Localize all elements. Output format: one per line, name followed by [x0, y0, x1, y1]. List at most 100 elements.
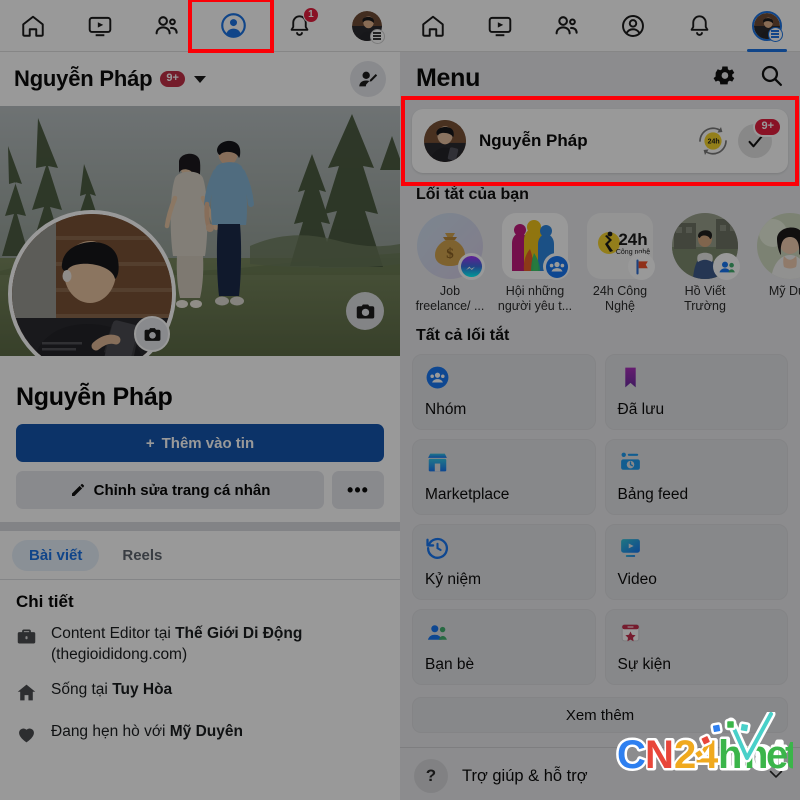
- list-item[interactable]: Mỹ Duy: [752, 213, 800, 314]
- hamburger-icon: [369, 28, 385, 44]
- sidebar-item-video[interactable]: [469, 0, 531, 52]
- person-photo-icon: [757, 213, 800, 279]
- sidebar-item-notifications[interactable]: 1: [269, 0, 331, 52]
- svg-text:24h: 24h: [708, 139, 720, 146]
- active-tab-underline: [213, 48, 254, 52]
- add-to-story-button[interactable]: + Thêm vào tin: [16, 424, 384, 462]
- sidebar-item-home[interactable]: [402, 0, 464, 52]
- flag-glyph: [630, 255, 653, 278]
- chevron-down-icon[interactable]: [193, 75, 206, 83]
- edit-profile-button[interactable]: Chỉnh sửa trang cá nhân: [16, 471, 324, 509]
- list-item[interactable]: Sống tại Tuy Hòa: [16, 680, 384, 708]
- menu-item-groups[interactable]: Nhóm: [412, 354, 596, 430]
- pencil-icon: [71, 483, 84, 496]
- feeds-glyph: [620, 452, 640, 470]
- all-shortcuts-title: Tất cả lối tắt: [416, 327, 510, 344]
- user-avatar: [424, 120, 466, 162]
- edit-profile-picture-button[interactable]: [134, 316, 170, 352]
- video-icon: [488, 16, 512, 36]
- shortcut-label: Job freelance/ ...: [415, 284, 485, 313]
- sidebar-item-profile[interactable]: [602, 0, 664, 52]
- menu-item-events[interactable]: Sự kiện: [604, 609, 788, 685]
- friends-icon: [555, 16, 578, 35]
- svg-text:C: C: [617, 733, 646, 777]
- sidebar-item-home[interactable]: [2, 0, 64, 52]
- detail-text: Content Editor tại Thế Giới Di Động (the…: [51, 625, 303, 663]
- list-item[interactable]: Hồ Viết Trường: [667, 213, 743, 314]
- bookmark-glyph: [624, 367, 636, 388]
- cover-photo[interactable]: [0, 106, 400, 356]
- add-person-button[interactable]: [350, 61, 386, 97]
- memories-clock-icon: [425, 535, 583, 561]
- profile-header-bar: Nguyễn Pháp 9+: [0, 52, 400, 106]
- avatar[interactable]: [751, 10, 783, 42]
- screenshot-root: 1 Nguyễn Pháp 9+ Nguyễn Pháp + Thêm vào …: [0, 0, 800, 800]
- profile-actions: + Thêm vào tin Chỉnh sửa trang cá nhân •…: [0, 412, 400, 522]
- avatar[interactable]: [351, 10, 385, 44]
- shortcuts-section-title: Lối tắt của bạn: [416, 186, 529, 203]
- menu-content: Menu Nguyễn Pháp 24h 9+ Lối tắt của bạn …: [400, 52, 800, 800]
- sidebar-item-friends[interactable]: [136, 0, 198, 52]
- section-divider: [0, 522, 400, 531]
- sidebar-item-notifications[interactable]: [669, 0, 731, 52]
- active-tab-underline: [746, 48, 787, 52]
- page-title: Menu: [416, 63, 481, 92]
- gear-icon: [713, 66, 735, 85]
- account-check[interactable]: 9+: [738, 117, 782, 160]
- list-item[interactable]: Đang hẹn hò với Mỹ Duyên: [16, 722, 384, 750]
- right-panel-menu-screen: Menu Nguyễn Pháp 24h 9+ Lối tắt của bạn …: [400, 0, 800, 800]
- menu-item-video[interactable]: Video: [604, 524, 788, 600]
- menu-item-friends[interactable]: Bạn bè: [412, 609, 596, 685]
- detail-text: Sống tại Tuy Hòa: [51, 680, 173, 698]
- sidebar-item-menu[interactable]: [736, 0, 798, 52]
- search-button[interactable]: [759, 63, 784, 93]
- list-item[interactable]: Hội những người yêu t...: [497, 213, 573, 314]
- sidebar-item-friends[interactable]: [536, 0, 598, 52]
- friends-icon: [155, 16, 178, 35]
- tab-reels[interactable]: Reels: [105, 540, 179, 571]
- shortcut-label: Hội những người yêu t...: [497, 284, 573, 313]
- tab-posts[interactable]: Bài viết: [12, 540, 100, 571]
- sidebar-item-video[interactable]: [69, 0, 131, 52]
- camera-icon: [356, 304, 374, 318]
- video-icon: [618, 535, 776, 561]
- menu-item-saved[interactable]: Đã lưu: [604, 354, 788, 430]
- profile-picture-wrapper[interactable]: [8, 210, 176, 356]
- list-item[interactable]: Content Editor tại Thế Giới Di Động (the…: [16, 624, 384, 666]
- friends-glyph: [427, 625, 447, 640]
- briefcase-icon: [16, 624, 38, 652]
- svg-text:2: 2: [674, 733, 696, 777]
- avatar: [424, 120, 466, 162]
- list-item[interactable]: 24h Công nghệ 24h Công Nghệ: [582, 213, 658, 314]
- menu-item-label: Bảng feed: [617, 486, 689, 503]
- messenger-glyph: [460, 255, 483, 278]
- sidebar-item-profile[interactable]: [202, 0, 264, 52]
- events-calendar-icon: [618, 620, 776, 646]
- story-ring-24h[interactable]: 24h: [694, 122, 732, 160]
- all-shortcuts-grid: Nhóm Đã lưu Marketplace Bảng feed Kỷ niệ…: [400, 350, 800, 685]
- menu-item-label: Marketplace: [425, 486, 510, 503]
- list-item[interactable]: $ Job freelance/ ...: [412, 213, 488, 314]
- add-person-icon: [359, 71, 378, 87]
- shortcuts-row[interactable]: $ Job freelance/ ... Hội những người yêu…: [400, 209, 800, 314]
- edit-cover-photo-button[interactable]: [346, 292, 384, 330]
- menu-item-marketplace[interactable]: Marketplace: [412, 439, 596, 515]
- profile-content-tabs: Bài viết Reels: [0, 531, 400, 579]
- watermark-logo: CN24h net C N 2 4 h n e t: [613, 709, 798, 787]
- menu-item-feeds[interactable]: Bảng feed: [604, 439, 788, 515]
- menu-item-label: Đã lưu: [617, 401, 665, 418]
- menu-item-memories[interactable]: Kỷ niệm: [412, 524, 596, 600]
- more-options-button[interactable]: •••: [332, 471, 384, 509]
- friends-icon: [713, 253, 740, 280]
- account-card[interactable]: Nguyễn Pháp 24h 9+: [412, 109, 788, 173]
- video-icon: [88, 16, 112, 36]
- shortcut-label: 24h Công Nghệ: [592, 284, 648, 313]
- profile-display-name: Nguyễn Pháp: [16, 383, 173, 411]
- settings-button[interactable]: [712, 63, 737, 93]
- heart-icon: [16, 722, 38, 750]
- sidebar-item-menu[interactable]: [336, 0, 398, 52]
- marketplace-glyph: [428, 453, 447, 472]
- menu-item-label: Bạn bè: [425, 656, 475, 673]
- menu-item-label: Sự kiện: [617, 656, 671, 673]
- camera-icon: [144, 327, 160, 341]
